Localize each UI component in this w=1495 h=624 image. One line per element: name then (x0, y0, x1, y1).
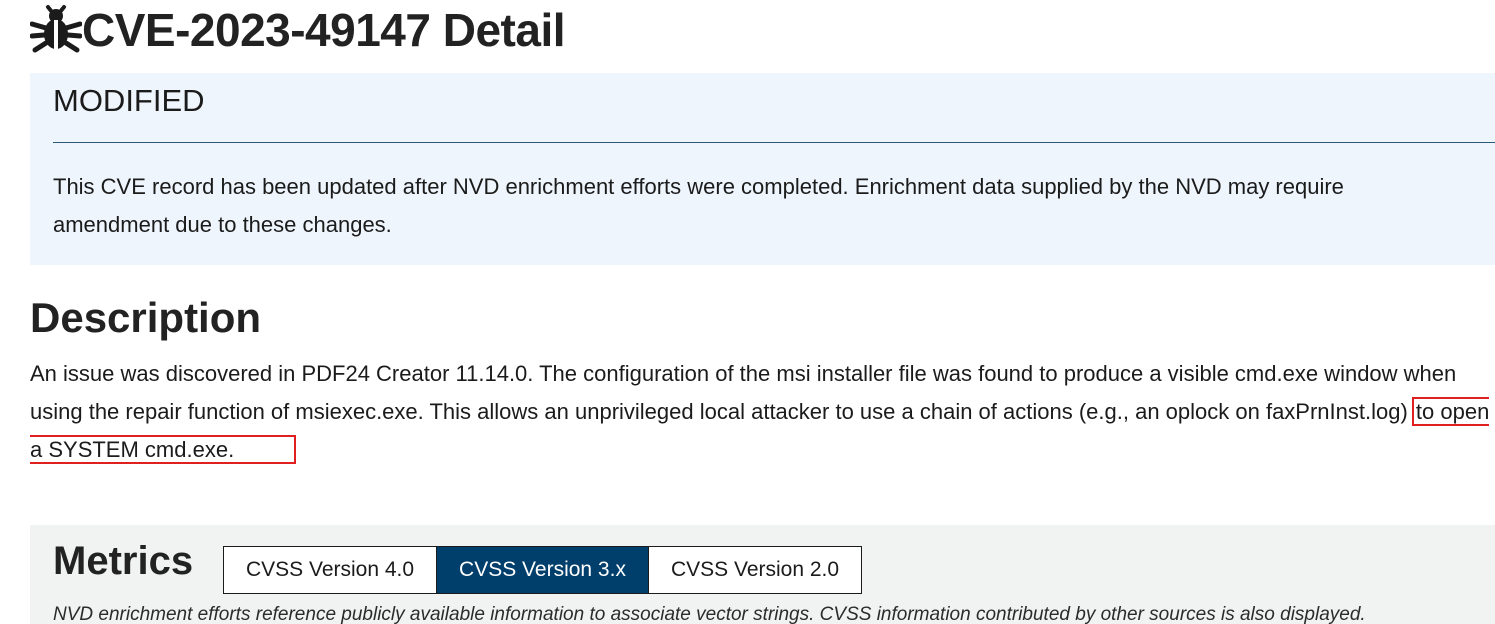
metrics-section: Metrics CVSS Version 4.0 CVSS Version 3.… (30, 525, 1495, 624)
divider (53, 142, 1495, 143)
metrics-note: NVD enrichment efforts reference publicl… (53, 604, 1366, 624)
tab-cvss-3-x[interactable]: CVSS Version 3.x (436, 547, 648, 593)
description-heading: Description (30, 294, 262, 341)
tab-cvss-4-0[interactable]: CVSS Version 4.0 (224, 547, 436, 593)
description-text: An issue was discovered in PDF24 Creator… (30, 355, 1495, 469)
bug-icon (29, 4, 83, 56)
page-title: CVE-2023-49147 Detail (82, 4, 566, 56)
modified-heading: MODIFIED (53, 83, 205, 118)
description-main-text: An issue was discovered in PDF24 Creator… (30, 361, 1457, 424)
tab-cvss-2-0[interactable]: CVSS Version 2.0 (648, 547, 861, 593)
modified-notice-text: This CVE record has been updated after N… (53, 174, 1344, 237)
cve-detail-page: CVE-2023-49147 Detail MODIFIED This CVE … (0, 0, 1495, 624)
title-row: CVE-2023-49147 Detail (29, 4, 566, 56)
metrics-heading: Metrics (53, 539, 194, 583)
cvss-version-tabs: CVSS Version 4.0 CVSS Version 3.x CVSS V… (223, 546, 862, 594)
modified-notice: MODIFIED This CVE record has been update… (30, 73, 1495, 265)
